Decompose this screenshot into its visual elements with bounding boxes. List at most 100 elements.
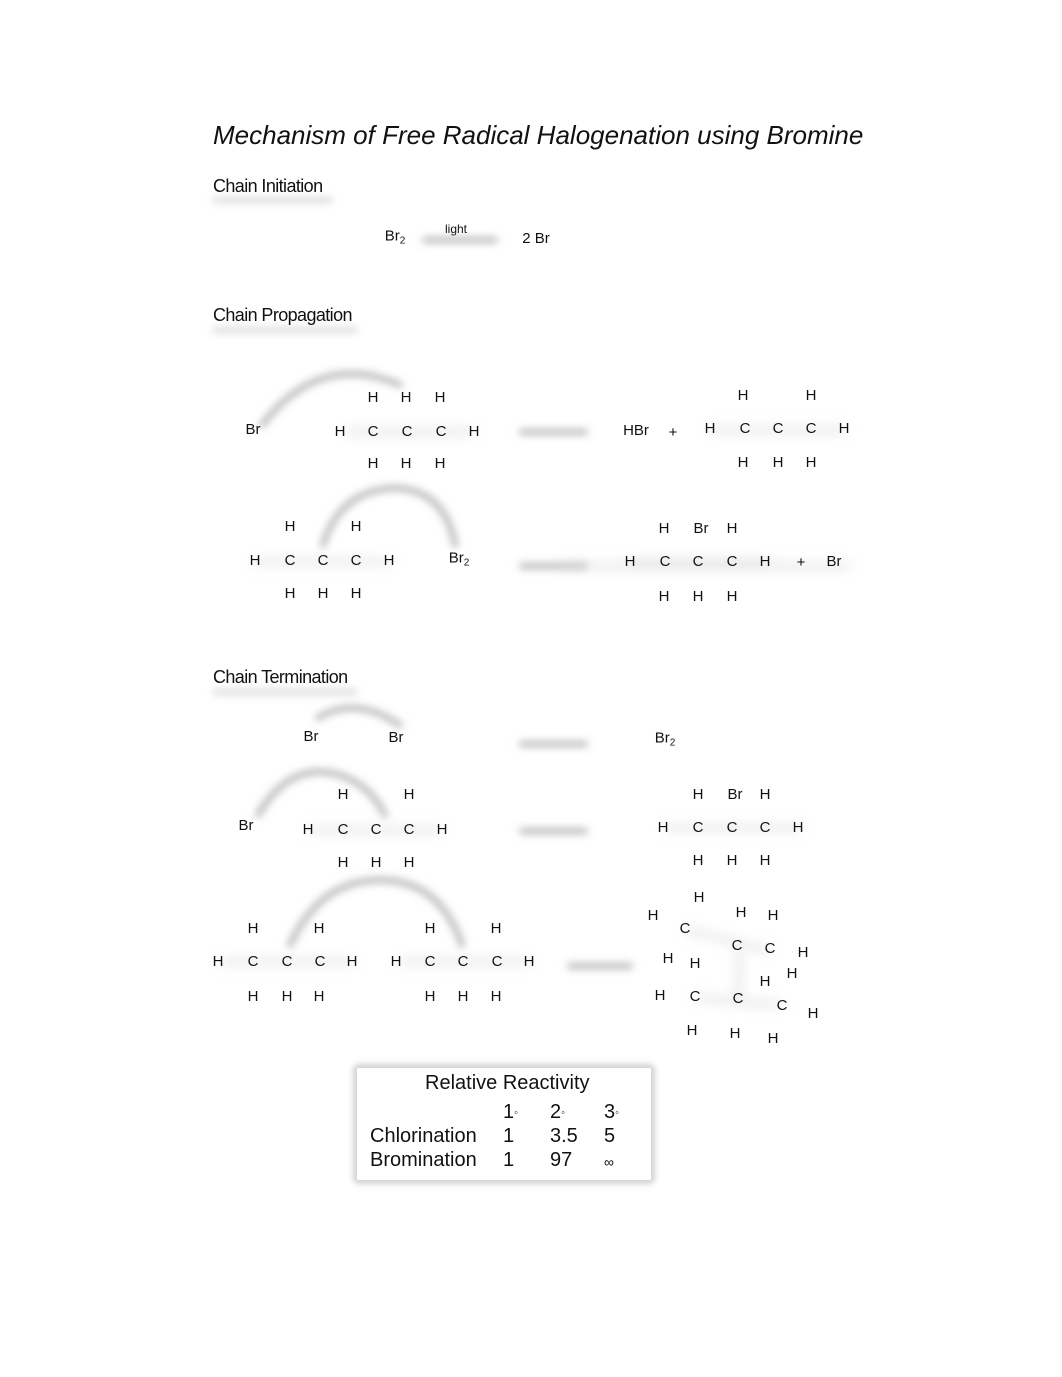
atom-br: Br [727,786,743,803]
atom-h: H [737,387,749,404]
plus-sign: + [668,424,678,441]
column-header-label: 3 [604,1101,616,1123]
atom-h: H [383,552,395,569]
table-cell: ∞ [604,1154,614,1170]
atom-h: H [805,454,817,471]
atom-h: H [807,1005,819,1022]
product-hbr: HBr [623,422,649,439]
atom-h: H [735,904,747,921]
atom-h: H [390,953,402,970]
column-header-label: 1 [503,1101,515,1123]
atom-h: H [729,1025,741,1042]
atom-h: H [772,454,784,471]
atom-br: Br [245,421,261,438]
atom-c: C [491,953,503,970]
atom-h: H [434,455,446,472]
atom-h: H [767,907,779,924]
atom-c: C [659,553,671,570]
atom-br: Br [693,520,709,537]
atom-c: C [776,997,788,1014]
atom-c: C [692,553,704,570]
atom-c: C [337,821,349,838]
atom-c: C [314,953,326,970]
atom-h: H [424,988,436,1005]
atom-c: C [731,937,743,954]
product-br2: Br2 [655,730,676,752]
atom-h: H [686,1022,698,1039]
atom-h: H [737,454,749,471]
atom-h: H [346,953,358,970]
atom-c: C [805,420,817,437]
atom-h: H [400,389,412,406]
section-heading-initiation: Chain Initiation [213,176,323,196]
radical-br: Br [238,817,254,834]
atom-h: H [337,786,349,803]
atom-c: C [367,423,379,440]
atom-h: H [767,1030,779,1047]
atom-h: H [370,854,382,871]
atom-c: C [726,553,738,570]
atom-h: H [693,889,705,906]
column-header-secondary: 2◦ [550,1101,565,1124]
atom-h: H [284,585,296,602]
atom-h: H [726,852,738,869]
arrow-label-light: light [444,222,468,236]
atom-c: C [435,423,447,440]
atom-c: C [726,819,738,836]
atom-h: H [434,389,446,406]
atom-h: H [468,423,480,440]
table-title: Relative Reactivity [425,1072,590,1094]
atom-h: H [704,420,716,437]
row-label-bromination: Bromination [370,1149,477,1171]
radical-br-left: Br [303,728,319,745]
electron-arrow [320,484,458,548]
degree-symbol: ◦ [615,1107,620,1119]
atom-h: H [654,987,666,1004]
atom-h: H [658,588,670,605]
atom-h: H [759,973,771,990]
atom-h: H [457,988,469,1005]
section-heading-propagation: Chain Propagation [213,305,353,325]
atom-h: H [662,950,674,967]
atom-h: H [759,786,771,803]
atom-h: H [490,988,502,1005]
atom-h: H [692,786,704,803]
document-title: Mechanism of Free Radical Halogenation u… [213,120,864,150]
atom-h: H [284,518,296,535]
atom-h: H [317,585,329,602]
atom-h: H [247,920,259,937]
atom-c: C [401,423,413,440]
atom-h: H [805,387,817,404]
atom-h: H [400,455,412,472]
atom-h: H [337,854,349,871]
degree-symbol: ◦ [514,1107,519,1119]
electron-arrow [259,370,403,428]
reactant-subscript: 2 [399,235,406,247]
atom-h: H [313,988,325,1005]
table-cell: 1 [503,1125,515,1147]
atom-h: H [249,552,261,569]
atom-h: H [436,821,448,838]
column-header-tertiary: 3◦ [604,1101,619,1124]
atom-h: H [490,920,502,937]
atom-c: C [424,953,436,970]
atom-c: C [764,940,776,957]
relative-reactivity-table: Relative Reactivity 1◦ 2◦ 3◦ Chlorinatio… [357,1068,651,1180]
atom-c: C [692,819,704,836]
section-heading-termination: Chain Termination [213,667,348,687]
atom-h: H [797,944,809,961]
atom-h: H [350,585,362,602]
atom-c: C [317,552,329,569]
product-subscript: 2 [669,737,676,749]
initiation-reactant: Br2 [385,228,406,250]
atom-c: C [739,420,751,437]
atom-c: C [689,988,701,1005]
degree-symbol: ◦ [561,1107,566,1119]
atom-c: C [281,953,293,970]
table-cell: 1 [503,1149,515,1171]
electron-arrow [255,768,388,818]
plus-sign: + [796,554,806,571]
atom-c: C [370,821,382,838]
reagent-br2: Br2 [449,550,470,572]
reagent-subscript: 2 [463,557,470,569]
